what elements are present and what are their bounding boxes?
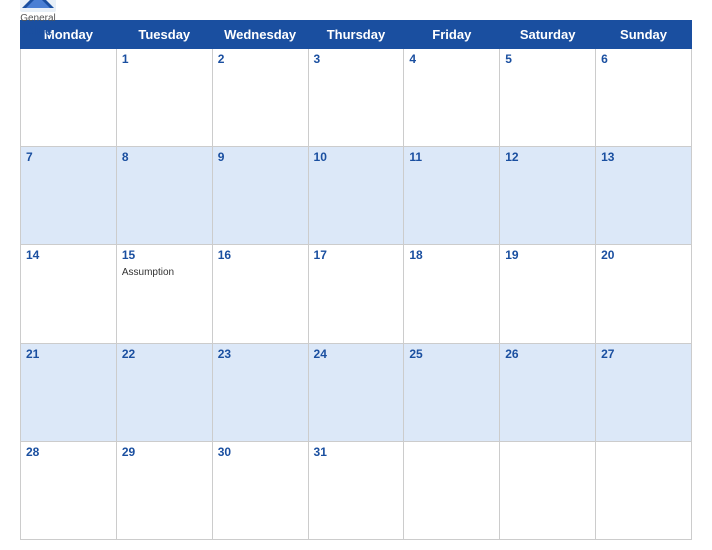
day-number: 27 xyxy=(601,347,686,361)
day-number: 25 xyxy=(409,347,494,361)
holiday-label: Assumption xyxy=(122,267,174,278)
weekday-header-saturday: Saturday xyxy=(500,21,596,49)
day-number: 4 xyxy=(409,52,494,66)
day-number: 23 xyxy=(218,347,303,361)
day-number: 28 xyxy=(26,445,111,459)
day-number: 11 xyxy=(409,150,494,164)
weekday-header-row: MondayTuesdayWednesdayThursdayFridaySatu… xyxy=(21,21,692,49)
calendar-day-cell: 12 xyxy=(500,147,596,245)
calendar-table: MondayTuesdayWednesdayThursdayFridaySatu… xyxy=(20,20,692,540)
calendar-day-cell: 2 xyxy=(212,49,308,147)
day-number: 29 xyxy=(122,445,207,459)
weekday-header-sunday: Sunday xyxy=(596,21,692,49)
calendar-day-cell: 18 xyxy=(404,245,500,343)
calendar-day-cell: 25 xyxy=(404,343,500,441)
calendar-day-cell xyxy=(596,441,692,539)
calendar-day-cell: 6 xyxy=(596,49,692,147)
calendar-day-cell: 7 xyxy=(21,147,117,245)
day-number: 8 xyxy=(122,150,207,164)
calendar-day-cell: 21 xyxy=(21,343,117,441)
calendar-day-cell: 23 xyxy=(212,343,308,441)
calendar-day-cell: 16 xyxy=(212,245,308,343)
calendar-week-row: 123456 xyxy=(21,49,692,147)
calendar-day-cell: 5 xyxy=(500,49,596,147)
day-number: 5 xyxy=(505,52,590,66)
calendar-day-cell: 1 xyxy=(116,49,212,147)
calendar-day-cell: 10 xyxy=(308,147,404,245)
calendar-day-cell: 19 xyxy=(500,245,596,343)
calendar-day-cell: 11 xyxy=(404,147,500,245)
day-number: 10 xyxy=(314,150,399,164)
day-number: 13 xyxy=(601,150,686,164)
day-number: 17 xyxy=(314,248,399,262)
day-number: 20 xyxy=(601,248,686,262)
logo: General Blue xyxy=(20,0,56,38)
day-number: 2 xyxy=(218,52,303,66)
weekday-header-thursday: Thursday xyxy=(308,21,404,49)
day-number: 21 xyxy=(26,347,111,361)
calendar-day-cell: 30 xyxy=(212,441,308,539)
day-number: 15 xyxy=(122,248,207,262)
calendar-day-cell: 14 xyxy=(21,245,117,343)
day-number: 19 xyxy=(505,248,590,262)
weekday-header-wednesday: Wednesday xyxy=(212,21,308,49)
day-number: 9 xyxy=(218,150,303,164)
calendar-day-cell: 29 xyxy=(116,441,212,539)
day-number: 6 xyxy=(601,52,686,66)
calendar-day-cell: 17 xyxy=(308,245,404,343)
calendar-week-row: 789 10 11 12 13 xyxy=(21,147,692,245)
calendar-day-cell: 26 xyxy=(500,343,596,441)
calendar-day-cell: 20 xyxy=(596,245,692,343)
calendar-day-cell: 31 xyxy=(308,441,404,539)
day-number: 22 xyxy=(122,347,207,361)
day-number: 12 xyxy=(505,150,590,164)
calendar-day-cell: 3 xyxy=(308,49,404,147)
calendar-day-cell: 24 xyxy=(308,343,404,441)
day-number: 14 xyxy=(26,248,111,262)
day-number: 18 xyxy=(409,248,494,262)
calendar-day-cell: 4 xyxy=(404,49,500,147)
calendar-day-cell xyxy=(500,441,596,539)
logo-blue-text: Blue xyxy=(24,24,52,38)
calendar-week-row: 14 15 Assumption 16 17 18 19 20 xyxy=(21,245,692,343)
calendar-day-cell: 27 xyxy=(596,343,692,441)
day-number: 3 xyxy=(314,52,399,66)
day-number: 26 xyxy=(505,347,590,361)
calendar-day-cell: 15 Assumption xyxy=(116,245,212,343)
day-number: 7 xyxy=(26,150,111,164)
calendar-day-cell: 28 xyxy=(21,441,117,539)
calendar-day-cell: 8 xyxy=(116,147,212,245)
calendar-day-cell: 13 xyxy=(596,147,692,245)
weekday-header-friday: Friday xyxy=(404,21,500,49)
calendar-day-cell xyxy=(404,441,500,539)
day-number: 24 xyxy=(314,347,399,361)
calendar-day-cell: 9 xyxy=(212,147,308,245)
weekday-header-tuesday: Tuesday xyxy=(116,21,212,49)
day-number: 1 xyxy=(122,52,207,66)
calendar-day-cell xyxy=(21,49,117,147)
day-number: 30 xyxy=(218,445,303,459)
calendar-day-cell: 22 xyxy=(116,343,212,441)
day-number: 16 xyxy=(218,248,303,262)
calendar-week-row: 21 22 23 24 25 26 27 xyxy=(21,343,692,441)
calendar-week-row: 28 29 30 31 xyxy=(21,441,692,539)
day-number: 31 xyxy=(314,445,399,459)
